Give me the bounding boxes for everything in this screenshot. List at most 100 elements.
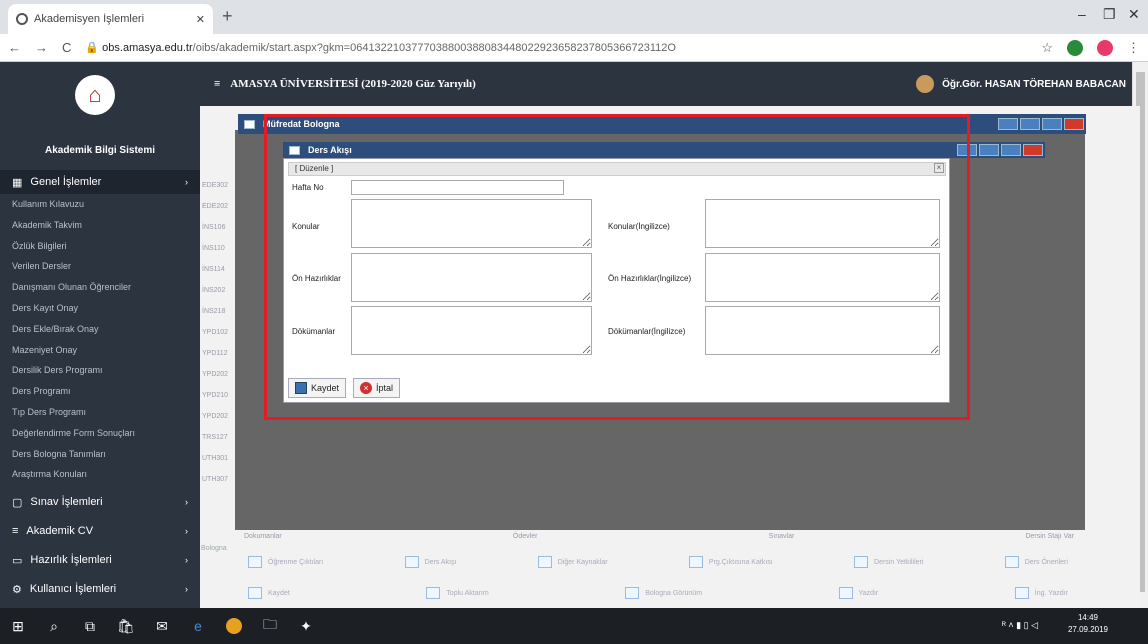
course-code[interactable]: İNS218 bbox=[200, 301, 234, 322]
sidebar-item[interactable]: Verilen Dersler bbox=[12, 256, 71, 276]
cv-icon: ≡ bbox=[12, 525, 19, 537]
search-icon[interactable]: ⌕ bbox=[36, 608, 72, 644]
forward-icon[interactable]: → bbox=[35, 40, 48, 55]
close-tab-icon[interactable]: ✕ bbox=[196, 13, 205, 26]
toolbar-button[interactable]: Bologna Görünüm bbox=[625, 584, 702, 602]
bologna-toolbar-2: Kaydet Toplu Aktarım Bologna Görünüm Yazdır… bbox=[248, 584, 1068, 602]
windows-taskbar: ⊞ ⌕ ⧉ 🛍 ✉ e 🗀 ✦ bbox=[0, 608, 1148, 644]
sidebar-item[interactable]: Dersilik Ders Programı bbox=[12, 360, 103, 380]
sidebar-item[interactable]: Özlük Bilgileri bbox=[12, 236, 67, 256]
back-icon[interactable]: ← bbox=[8, 40, 21, 55]
toolbar-button[interactable]: Yazdır bbox=[838, 584, 878, 602]
toolbar-label: Dersin Yetkilileri bbox=[874, 558, 924, 566]
minimize-button[interactable] bbox=[979, 144, 999, 156]
menu-section[interactable]: ▢ Sınav İşlemleri › bbox=[0, 490, 200, 514]
mail-icon[interactable]: ✉ bbox=[144, 608, 180, 644]
explorer-icon[interactable]: 🗀 bbox=[252, 608, 288, 644]
star-icon[interactable]: ☆ bbox=[1041, 40, 1053, 56]
new-tab-icon[interactable]: + bbox=[222, 6, 233, 27]
toolbar-button[interactable]: Kaydet bbox=[248, 584, 290, 602]
sidebar-item[interactable]: Ders Bologna Tanımları bbox=[12, 444, 106, 464]
toolbar-icon bbox=[625, 587, 640, 599]
course-code[interactable]: EDE302 bbox=[200, 175, 234, 196]
course-code-list: EDE302 EDE202 İNS106 İNS110 İNS114 İNS202 İNS2… bbox=[200, 175, 234, 490]
course-code[interactable]: TRS127 bbox=[200, 427, 234, 448]
sidebar-item[interactable]: Araştırma Konuları bbox=[12, 464, 87, 484]
toolbar-button[interactable]: Toplu Aktarım bbox=[426, 584, 489, 602]
toolbar-icon bbox=[854, 556, 869, 568]
close-window-icon[interactable]: ✕ bbox=[1128, 6, 1140, 23]
minimize-button[interactable] bbox=[1020, 118, 1040, 130]
toolbar-label: İng. Yazdır bbox=[1034, 589, 1068, 597]
bottom-label: Dersin Stajı Var bbox=[1025, 533, 1074, 540]
section-label: Kullanıcı İşlemleri bbox=[29, 583, 117, 595]
extension-icon[interactable] bbox=[1067, 39, 1083, 56]
sidebar-item[interactable]: Kullanım Kılavuzu bbox=[12, 194, 84, 214]
sidebar-item[interactable]: Mazeniyet Onay bbox=[12, 340, 77, 360]
course-code[interactable]: YPD112 bbox=[200, 343, 234, 364]
menu-genel-islemler[interactable]: ▦ Genel İşlemler › bbox=[0, 170, 200, 194]
course-code[interactable]: UTH301 bbox=[200, 448, 234, 469]
maximize-button[interactable] bbox=[1001, 144, 1021, 156]
course-code[interactable]: YPD202 bbox=[200, 364, 234, 385]
menu-section[interactable]: ⚙ Kullanıcı İşlemleri › bbox=[0, 577, 200, 601]
course-code[interactable]: YPD210 bbox=[200, 385, 234, 406]
course-code[interactable]: İNS110 bbox=[200, 238, 234, 259]
course-code[interactable]: YPD102 bbox=[200, 322, 234, 343]
close-button[interactable] bbox=[1064, 118, 1084, 130]
course-code[interactable]: İNS114 bbox=[200, 259, 234, 280]
toolbar-label: Ders Akışı bbox=[424, 558, 457, 566]
clock[interactable]: 14:49 27.09.2019 bbox=[1068, 612, 1108, 636]
maximize-button[interactable] bbox=[1042, 118, 1062, 130]
course-code[interactable]: İNS106 bbox=[200, 217, 234, 238]
reload-icon[interactable]: C bbox=[62, 40, 71, 55]
sidebar-item[interactable]: Ders Ekle/Bırak Onay bbox=[12, 319, 99, 339]
restore-button[interactable] bbox=[998, 118, 1018, 130]
toolbar-button[interactable]: Ders Akışı bbox=[404, 553, 457, 571]
minimize-icon[interactable]: – bbox=[1078, 6, 1086, 22]
address-bar: ← → C 🔒 obs.amasya.edu.tr/oibs/akademik/… bbox=[0, 34, 1148, 62]
course-code[interactable]: İNS202 bbox=[200, 280, 234, 301]
profile-icon[interactable] bbox=[1097, 39, 1113, 56]
section-label: Hazırlık İşlemleri bbox=[30, 554, 112, 566]
toolbar-button[interactable]: Ders Önerileri bbox=[1004, 553, 1068, 571]
menu-section[interactable]: ≡ Akademik CV › bbox=[0, 519, 200, 543]
bottom-labels: Dokumanlar Ödevler Sınavlar Dersin Stajı Va… bbox=[244, 533, 1074, 540]
toolbar-icon bbox=[537, 556, 552, 568]
toolbar-label: Diğer Kaynaklar bbox=[557, 558, 608, 566]
tab-title: Akademisyen İşlemleri bbox=[34, 13, 145, 25]
course-code[interactable]: YPD202 bbox=[200, 406, 234, 427]
user-name: Öğr.Gör. HASAN TÖREHAN BABACAN bbox=[942, 78, 1126, 90]
toolbar-button[interactable]: Dersin Yetkilileri bbox=[854, 553, 923, 571]
browser-tab[interactable]: Akademisyen İşlemleri ✕ bbox=[8, 4, 213, 34]
toolbar-button[interactable]: İng. Yazdır bbox=[1014, 584, 1068, 602]
system-tray[interactable]: ᴿ ˄ ▮ ▯ ◁ bbox=[1002, 620, 1038, 631]
avatar bbox=[916, 75, 935, 93]
close-button[interactable] bbox=[1023, 144, 1043, 156]
sidebar-item[interactable]: Akademik Takvim bbox=[12, 215, 82, 235]
app-icon[interactable]: ✦ bbox=[288, 608, 324, 644]
chrome-icon[interactable] bbox=[216, 608, 252, 644]
course-code[interactable]: EDE202 bbox=[200, 196, 234, 217]
toolbar-button[interactable]: Öğrenme Çıktıları bbox=[248, 553, 323, 571]
window-icon bbox=[244, 119, 255, 129]
user-menu[interactable]: Öğr.Gör. HASAN TÖREHAN BABACAN bbox=[916, 75, 1126, 93]
url-host: obs.amasya.edu.tr bbox=[102, 42, 193, 54]
edge-icon[interactable]: e bbox=[180, 608, 216, 644]
menu-section[interactable]: ▭ Hazırlık İşlemleri › bbox=[0, 548, 200, 572]
menu-icon[interactable]: ⋮ bbox=[1127, 40, 1140, 56]
toolbar-button[interactable]: Diğer Kaynaklar bbox=[537, 553, 608, 571]
course-code[interactable]: UTH307 bbox=[200, 469, 234, 490]
store-icon[interactable]: 🛍 bbox=[108, 608, 144, 644]
sidebar-item[interactable]: Tıp Ders Programı bbox=[12, 402, 86, 422]
task-view-icon[interactable]: ⧉ bbox=[72, 608, 108, 644]
hamburger-icon[interactable]: ≡ bbox=[214, 78, 220, 90]
maximize-icon[interactable]: ❐ bbox=[1103, 6, 1116, 23]
sidebar-item[interactable]: Ders Kayıt Onay bbox=[12, 298, 78, 318]
sidebar-item[interactable]: Danışmanı Olunan Öğrenciler bbox=[12, 277, 131, 297]
url-field[interactable]: 🔒 obs.amasya.edu.tr/oibs/akademik/start.… bbox=[85, 41, 1027, 54]
sidebar-item[interactable]: Ders Programı bbox=[12, 381, 71, 401]
windows-start-icon[interactable]: ⊞ bbox=[0, 608, 36, 644]
toolbar-button[interactable]: Prg.Çıktısına Katkısı bbox=[688, 553, 773, 571]
sidebar-item[interactable]: Değerlendirme Form Sonuçları bbox=[12, 423, 135, 443]
